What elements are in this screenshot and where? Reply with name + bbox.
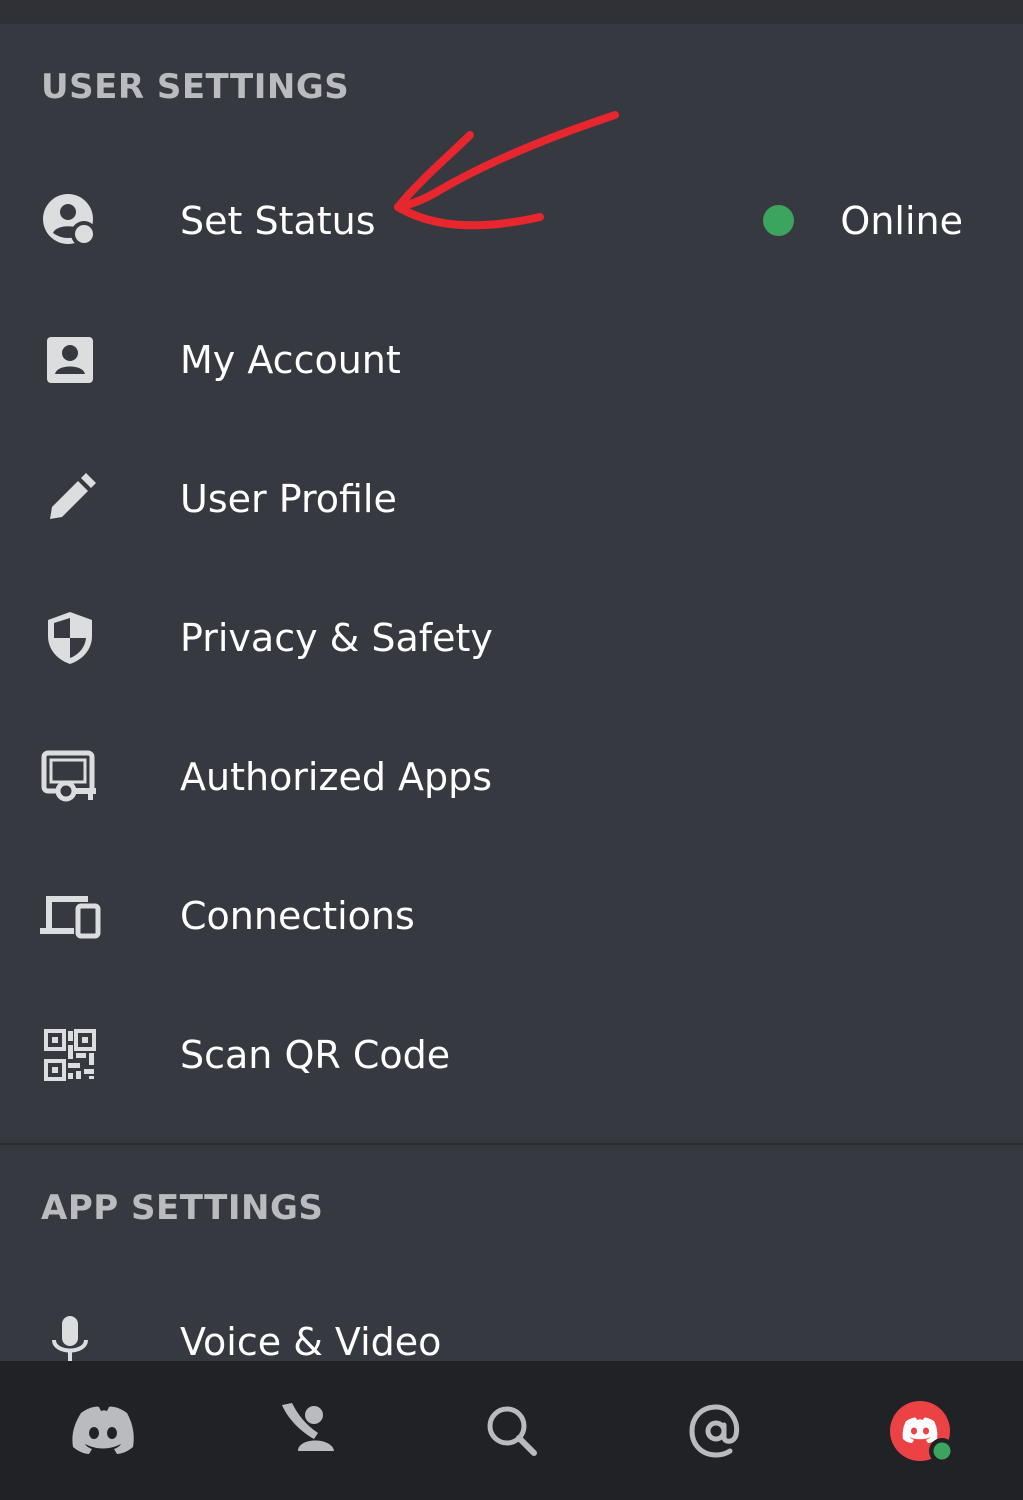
status-text: Online [840, 198, 963, 243]
devices-icon [38, 884, 102, 948]
top-edge-bar [0, 0, 1023, 24]
set-status-label: Set Status [180, 198, 376, 243]
search-icon [487, 1406, 537, 1456]
set-status-row[interactable]: Set Status Online [0, 151, 1023, 290]
online-status-dot [763, 205, 795, 236]
privacy-safety-row[interactable]: Privacy & Safety [0, 568, 1023, 707]
friends-icon [282, 1403, 334, 1451]
pencil-icon [38, 467, 102, 531]
user-avatar-icon [890, 1401, 955, 1464]
account-icon [38, 328, 102, 392]
my-account-label: My Account [180, 337, 401, 382]
mentions-icon [689, 1404, 740, 1458]
app-settings-header: APP SETTINGS [41, 1188, 324, 1228]
voice-video-label: Voice & Video [180, 1319, 442, 1364]
qr-code-icon [38, 1023, 102, 1087]
nav-mentions[interactable] [676, 1391, 756, 1471]
discord-home-icon [72, 1406, 134, 1454]
authorized-apps-label: Authorized Apps [180, 754, 493, 799]
nav-profile[interactable] [880, 1391, 960, 1471]
connections-row[interactable]: Connections [0, 846, 1023, 985]
set-status-icon [38, 189, 102, 253]
scan-qr-label: Scan QR Code [180, 1032, 451, 1077]
user-profile-row[interactable]: User Profile [0, 429, 1023, 568]
nav-search[interactable] [472, 1391, 552, 1471]
user-profile-label: User Profile [180, 476, 397, 521]
nav-friends[interactable] [268, 1391, 348, 1471]
shield-icon [38, 606, 102, 670]
section-divider [0, 1143, 1023, 1145]
authorized-apps-icon [38, 745, 102, 809]
user-settings-header: USER SETTINGS [41, 67, 350, 107]
privacy-safety-label: Privacy & Safety [180, 615, 493, 660]
connections-label: Connections [180, 893, 415, 938]
authorized-apps-row[interactable]: Authorized Apps [0, 707, 1023, 846]
status-indicator[interactable]: Online [763, 199, 963, 243]
scan-qr-row[interactable]: Scan QR Code [0, 985, 1023, 1124]
my-account-row[interactable]: My Account [0, 290, 1023, 429]
bottom-navigation [0, 1361, 1023, 1500]
settings-screen: USER SETTINGS Set Status Online My Accou… [0, 0, 1023, 1500]
nav-home[interactable] [63, 1391, 143, 1471]
